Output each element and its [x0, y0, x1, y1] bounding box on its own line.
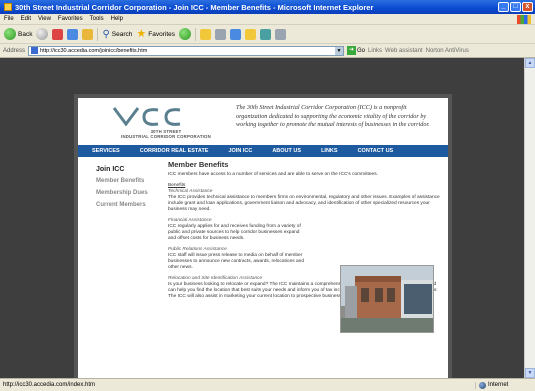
side-link-member-benefits[interactable]: Member Benefits: [96, 178, 162, 190]
favorites-button[interactable]: ★ Favorites: [136, 27, 175, 40]
status-text: http://icc30.accedia.com/index.htm: [3, 382, 96, 388]
pr-assist-text: ICC staff will issue press release to me…: [168, 253, 304, 270]
address-url: http://icc30.accedia.com/joinicc/benefit…: [40, 47, 148, 54]
menu-file[interactable]: File: [4, 16, 14, 22]
tech-assist-text: The ICC provides technical assistance to…: [168, 195, 440, 212]
star-icon: ★: [136, 27, 147, 40]
home-icon[interactable]: [82, 28, 94, 40]
intro-text: ICC members have access to a number of s…: [168, 172, 378, 177]
messenger-icon[interactable]: [260, 28, 271, 40]
site-tagline: The 30th Street Industrial Corridor Corp…: [236, 104, 430, 128]
ie-icon: [4, 3, 12, 11]
links-button[interactable]: Links: [368, 48, 382, 54]
scroll-down-icon[interactable]: ▼: [525, 368, 535, 378]
status-bar: http://icc30.accedia.com/index.htm Inter…: [0, 378, 535, 391]
mail-icon[interactable]: [200, 28, 211, 40]
close-button[interactable]: x: [522, 2, 533, 12]
menu-bar: File Edit View Favorites Tools Help: [0, 14, 535, 25]
icc-logo[interactable]: 30TH STREET INDUSTRIAL CORRIDOR CORPORAT…: [96, 104, 216, 139]
side-nav: Join ICC Member Benefits Membership Dues…: [96, 166, 162, 214]
main-nav: SERVICES CORRIDOR REAL ESTATE JOIN ICC A…: [78, 145, 448, 157]
menu-help[interactable]: Help: [111, 16, 123, 22]
toolbar-separator: [97, 27, 99, 41]
zone-label: Internet: [488, 382, 509, 388]
refresh-icon[interactable]: [67, 28, 79, 40]
building-image-icon: [341, 266, 433, 332]
search-button[interactable]: ⚲ Search: [102, 29, 132, 40]
stop-icon[interactable]: [52, 28, 64, 40]
security-zone: Internet: [475, 381, 535, 389]
media-icon[interactable]: [179, 28, 191, 40]
go-label: Go: [357, 47, 366, 54]
site-header: 30TH STREET INDUSTRIAL CORRIDOR CORPORAT…: [78, 98, 448, 140]
window-title: 30th Street Industrial Corridor Corporat…: [15, 2, 374, 12]
globe-icon: [479, 381, 486, 389]
minimize-button[interactable]: _: [498, 2, 509, 12]
side-link-join-icc[interactable]: Join ICC: [96, 166, 162, 178]
menu-view[interactable]: View: [38, 16, 51, 22]
fin-assist-text: ICC regularly applies for and receives f…: [168, 224, 301, 241]
back-label: Back: [18, 30, 33, 38]
web-page: 30TH STREET INDUSTRIAL CORRIDOR CORPORAT…: [78, 98, 448, 378]
building-photo: [340, 265, 434, 333]
nav-corridor-real-estate[interactable]: CORRIDOR REAL ESTATE: [130, 148, 219, 154]
norton-button[interactable]: Norton AntiVirus: [426, 48, 469, 54]
web-assistant-button[interactable]: Web assistant: [385, 48, 423, 54]
folder-icon[interactable]: [245, 28, 256, 40]
research-icon[interactable]: [275, 28, 286, 40]
toolbar: Back ⚲ Search ★ Favorites: [0, 25, 535, 44]
address-label: Address: [3, 47, 26, 54]
maximize-button[interactable]: □: [510, 2, 521, 12]
search-icon: ⚲: [102, 28, 110, 40]
menu-favorites[interactable]: Favorites: [58, 16, 83, 22]
forward-button[interactable]: [36, 28, 49, 40]
chevron-down-icon[interactable]: ▼: [335, 46, 344, 55]
address-input[interactable]: http://icc30.accedia.com/joinicc/benefit…: [28, 45, 345, 56]
print-icon[interactable]: [215, 28, 226, 40]
page-icon: [31, 47, 39, 54]
back-button[interactable]: Back: [4, 28, 32, 40]
page-title: Member Benefits: [168, 160, 229, 169]
favorites-label: Favorites: [148, 30, 175, 38]
nav-links[interactable]: LINKS: [311, 148, 348, 154]
forward-arrow-icon: [36, 28, 49, 40]
go-button[interactable]: ➜ Go: [347, 46, 365, 55]
scroll-up-icon[interactable]: ▲: [525, 58, 535, 68]
vertical-scrollbar[interactable]: ▲ ▼: [524, 58, 535, 378]
logo-subtitle-line2: INDUSTRIAL CORRIDOR CORPORATION: [121, 134, 211, 139]
side-link-membership-dues[interactable]: Membership Dues: [96, 190, 162, 202]
toolbar-separator: [195, 27, 196, 41]
icc-logo-mark-icon: [112, 107, 181, 127]
menu-tools[interactable]: Tools: [90, 16, 104, 22]
back-arrow-icon: [4, 28, 16, 40]
nav-about-us[interactable]: ABOUT US: [262, 148, 311, 154]
menu-edit[interactable]: Edit: [21, 16, 31, 22]
browser-viewport: 30TH STREET INDUSTRIAL CORRIDOR CORPORAT…: [0, 58, 524, 378]
title-bar: 30th Street Industrial Corridor Corporat…: [0, 0, 535, 14]
side-link-current-members[interactable]: Current Members: [96, 202, 162, 214]
logo-subtitle: 30TH STREET INDUSTRIAL CORRIDOR CORPORAT…: [96, 129, 236, 139]
edit-icon[interactable]: [230, 28, 241, 40]
nav-contact-us[interactable]: CONTACT US: [348, 148, 404, 154]
search-label: Search: [111, 30, 133, 38]
nav-join-icc[interactable]: JOIN ICC: [218, 148, 262, 154]
address-bar: Address http://icc30.accedia.com/joinicc…: [0, 44, 535, 58]
nav-services[interactable]: SERVICES: [78, 148, 130, 154]
go-arrow-icon: ➜: [347, 46, 357, 55]
windows-logo-icon: [517, 14, 531, 24]
